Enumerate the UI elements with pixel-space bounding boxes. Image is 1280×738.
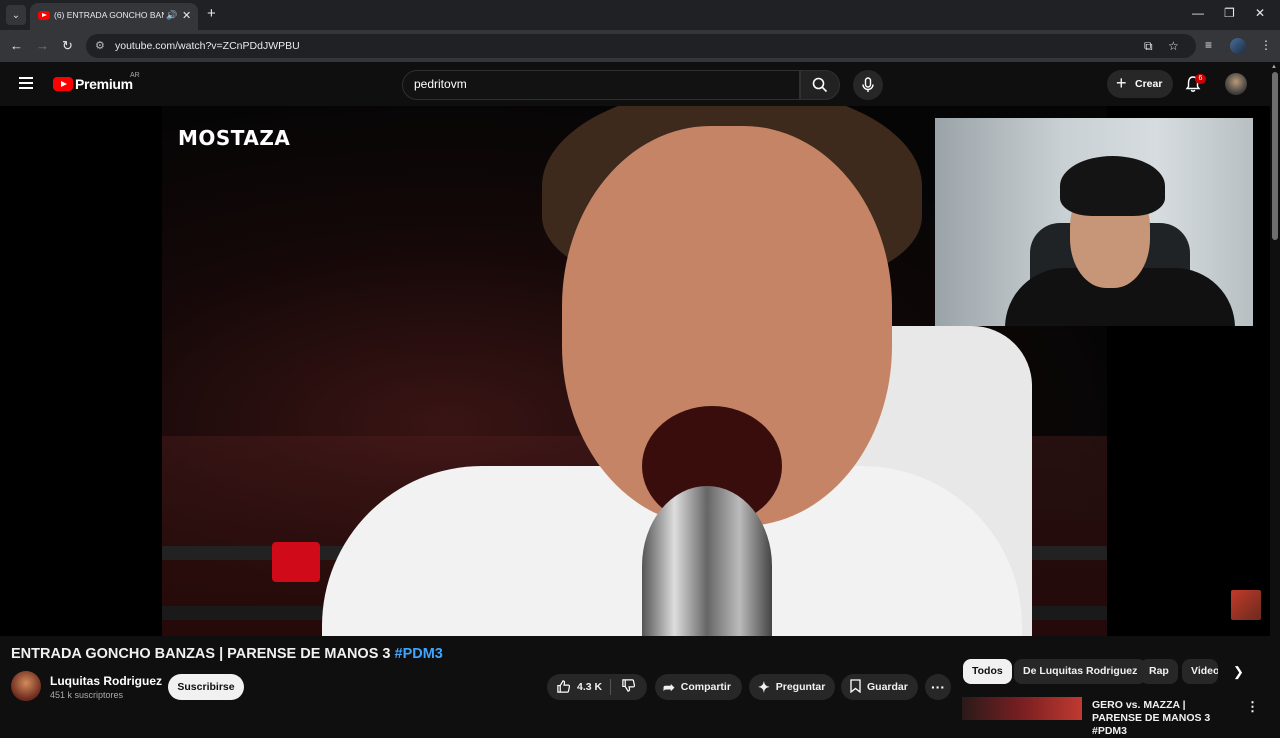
share-button[interactable]: ➦ Compartir bbox=[655, 674, 742, 700]
maximize-button[interactable]: ❐ bbox=[1224, 6, 1235, 20]
omnibox[interactable]: ⚙ youtube.com/watch?v=ZCnPDdJWPBU ⧉ ☆ bbox=[86, 34, 1196, 58]
media-controls-icon[interactable]: ≡ bbox=[1205, 38, 1212, 52]
minimize-button[interactable]: — bbox=[1192, 6, 1204, 20]
chevron-right-icon[interactable]: ❯ bbox=[1233, 664, 1244, 680]
chip-rap[interactable]: Rap bbox=[1140, 659, 1178, 684]
save-label: Guardar bbox=[867, 681, 908, 693]
scrollbar-thumb[interactable] bbox=[1272, 72, 1278, 240]
channel-avatar[interactable] bbox=[11, 671, 41, 701]
site-info-icon[interactable]: ⚙ bbox=[95, 39, 105, 52]
recommendation-menu-icon[interactable]: ⋮ bbox=[1246, 699, 1259, 715]
audio-playing-icon[interactable]: 🔊 bbox=[166, 10, 177, 21]
browser-tab-bar: ⌄ (6) ENTRADA GONCHO BANZAS | PARENSE DE… bbox=[0, 0, 1280, 30]
sparkle-icon: ✦ bbox=[758, 678, 770, 695]
new-tab-button[interactable]: + bbox=[207, 5, 216, 22]
profile-avatar[interactable] bbox=[1230, 38, 1246, 54]
bookmark-star-icon[interactable]: ☆ bbox=[1168, 39, 1179, 53]
create-button[interactable]: + Crear bbox=[1107, 70, 1173, 98]
recommendation-thumbnail[interactable] bbox=[962, 697, 1082, 720]
youtube-logo-icon[interactable] bbox=[53, 77, 73, 91]
cast-icon[interactable]: ⧉ bbox=[1144, 39, 1153, 54]
menu-icon[interactable] bbox=[19, 77, 33, 89]
share-arrow-icon: ➦ bbox=[663, 678, 675, 695]
hashtag-link[interactable]: #PDM3 bbox=[395, 646, 443, 662]
back-arrow-icon[interactable]: ← bbox=[10, 38, 23, 53]
facecam-overlay bbox=[935, 118, 1253, 326]
subscribe-button[interactable]: Suscribirse bbox=[168, 674, 244, 700]
plus-icon: + bbox=[1116, 73, 1127, 93]
notification-badge: 6 bbox=[1195, 74, 1206, 84]
bookmark-icon bbox=[850, 678, 861, 696]
tab-search-button[interactable]: ⌄ bbox=[6, 5, 26, 25]
like-count: 4.3 K bbox=[577, 680, 603, 693]
address-toolbar: ← → ↻ ⚙ youtube.com/watch?v=ZCnPDdJWPBU … bbox=[0, 30, 1280, 62]
channel-watermark: MOSTAZA bbox=[178, 126, 291, 150]
share-label: Compartir bbox=[680, 681, 731, 693]
forward-arrow-icon[interactable]: → bbox=[36, 38, 49, 53]
account-avatar[interactable] bbox=[1225, 73, 1247, 95]
video-player[interactable]: MOSTAZA bbox=[0, 106, 1270, 636]
browser-tab[interactable]: (6) ENTRADA GONCHO BANZAS | PARENSE DE M… bbox=[30, 3, 198, 30]
subscriber-count: 451 k suscriptores bbox=[50, 690, 124, 700]
streamer-hair bbox=[1060, 156, 1165, 216]
chip-video[interactable]: Video bbox=[1182, 659, 1218, 684]
logo-text[interactable]: Premium bbox=[75, 76, 133, 92]
video-title-text: ENTRADA GONCHO BANZAS | PARENSE DE MANOS… bbox=[11, 646, 395, 662]
tab-title: (6) ENTRADA GONCHO BANZAS | PARENSE DE M… bbox=[54, 10, 164, 20]
search-input[interactable] bbox=[414, 77, 754, 91]
reload-icon[interactable]: ↻ bbox=[62, 38, 73, 54]
youtube-header: Premium AR + Crear 6 bbox=[0, 62, 1280, 106]
search-icon bbox=[812, 77, 828, 93]
ask-button[interactable]: ✦ Preguntar bbox=[749, 674, 835, 700]
divider bbox=[610, 679, 611, 695]
thumbs-up-icon bbox=[557, 680, 571, 693]
channel-name[interactable]: Luquitas Rodriguez bbox=[50, 674, 162, 688]
scroll-up-arrow-icon[interactable]: ▲ bbox=[1271, 64, 1277, 70]
window-close-button[interactable]: ✕ bbox=[1255, 6, 1265, 20]
voice-search-button[interactable] bbox=[853, 70, 883, 100]
like-button[interactable]: 4.3 K bbox=[556, 679, 602, 694]
browser-menu-icon[interactable]: ⋮ bbox=[1260, 38, 1272, 52]
recommendation-title[interactable]: GERO vs. MAZZA | PARENSE DE MANOS 3 #PDM… bbox=[1092, 699, 1232, 738]
more-actions-button[interactable]: ··· bbox=[925, 674, 951, 700]
search-box[interactable] bbox=[402, 70, 800, 100]
dislike-button[interactable] bbox=[621, 678, 636, 696]
up-next-thumbnail[interactable] bbox=[1231, 590, 1261, 620]
youtube-favicon-icon bbox=[38, 11, 50, 20]
thumbs-down-icon bbox=[622, 679, 636, 692]
like-dislike-group: 4.3 K bbox=[547, 674, 647, 700]
microphone-icon bbox=[862, 77, 874, 92]
vintage-microphone bbox=[642, 486, 772, 636]
save-button[interactable]: Guardar bbox=[841, 674, 918, 700]
url-text[interactable]: youtube.com/watch?v=ZCnPDdJWPBU bbox=[115, 40, 300, 52]
create-label: Crear bbox=[1135, 78, 1163, 90]
ring-corner-pad bbox=[272, 542, 320, 582]
chip-todos[interactable]: Todos bbox=[963, 659, 1012, 684]
ask-label: Preguntar bbox=[775, 681, 826, 693]
search-button[interactable] bbox=[800, 70, 840, 100]
video-title: ENTRADA GONCHO BANZAS | PARENSE DE MANOS… bbox=[11, 646, 443, 662]
region-code: AR bbox=[130, 72, 140, 79]
tab-close-icon[interactable]: ✕ bbox=[182, 9, 191, 22]
chip-channel[interactable]: De Luquitas Rodriguez bbox=[1014, 659, 1147, 684]
